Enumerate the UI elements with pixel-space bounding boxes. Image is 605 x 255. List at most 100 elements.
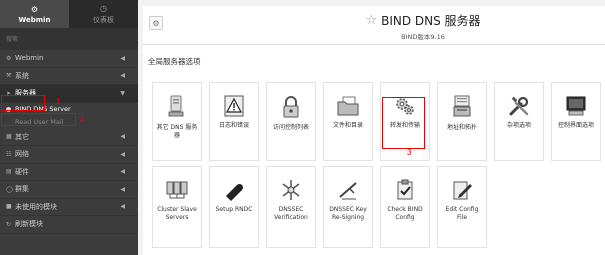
tile-other-dns-servers[interactable]: 其它 DNS 服务器	[152, 82, 202, 161]
forwarding-gears-icon	[396, 98, 414, 115]
chevron-left-icon: ◀	[120, 54, 125, 62]
sidebar-item-label: 群集	[15, 185, 29, 194]
sidebar-item-system[interactable]: ⚒ 系统 ◀	[0, 68, 138, 85]
tile-address-topology[interactable]: 地址和拓扑	[437, 82, 487, 161]
tile-label: 转发和传输	[389, 122, 420, 129]
sidebar-item-webmin[interactable]: ⚙ Webmin ◀	[0, 50, 138, 68]
hardware-icon: ▤	[6, 168, 12, 176]
sidebar-item-label: 刷新模块	[15, 220, 43, 229]
module-config-button[interactable]: ⚙	[149, 16, 163, 30]
check-config-icon	[397, 179, 413, 200]
tile-label: DNSSEC Key Re-Signing	[329, 206, 367, 221]
rocket-icon: ➤	[6, 89, 12, 97]
tile-control-interface[interactable]: 控制界面选项	[551, 82, 601, 161]
chevron-left-icon: ◀	[120, 185, 125, 193]
annotation-number-1: 1	[56, 97, 61, 106]
tile-files-directories[interactable]: 文件和目录	[323, 82, 373, 161]
sidebar-item-label: 网络	[15, 150, 29, 159]
logging-warning-icon	[224, 95, 244, 117]
access-control-lock-icon	[283, 96, 299, 118]
selected-dot-icon	[6, 106, 11, 112]
chevron-left-icon: ◀	[120, 150, 125, 158]
files-folder-icon	[337, 96, 359, 116]
tile-label: Setup RNDC	[215, 206, 253, 213]
edit-config-icon	[453, 181, 472, 200]
sidebar-item-others[interactable]: ▦ 其它 ◀	[0, 129, 138, 146]
sidebar-item-label: 硬件	[15, 167, 29, 176]
rndc-key-icon	[226, 183, 244, 201]
tile-check-bind-config[interactable]: Check BIND Config	[380, 166, 430, 248]
tab-webmin-label: Webmin	[18, 15, 51, 24]
tile-label: 杂项选项	[506, 122, 531, 129]
page-title: ☆ BIND DNS 服务器	[343, 12, 503, 29]
page-header: ☆ BIND DNS 服务器 BIND版本9.16	[343, 12, 503, 41]
star-icon[interactable]: ☆	[365, 13, 377, 28]
tile-cluster-slave-servers[interactable]: Cluster Slave Servers	[152, 166, 202, 248]
main-panel: ⚙ ☆ BIND DNS 服务器 BIND版本9.16 全局服务器选项 其它 D…	[143, 6, 605, 255]
address-topology-icon	[453, 95, 471, 117]
tab-dashboard[interactable]: ◷ 仪表板	[69, 0, 138, 28]
sidebar-item-label: 其它	[15, 132, 29, 141]
search-input[interactable]	[6, 33, 132, 45]
tile-label: Edit Config File	[445, 206, 479, 221]
dashboard-icon: ◷	[100, 3, 107, 13]
dnssec-verification-icon	[282, 180, 300, 200]
sidebar-item-network[interactable]: ☷ 网络 ◀	[0, 146, 138, 164]
sidebar-item-label: 服务器	[15, 89, 36, 98]
chevron-left-icon: ◀	[120, 133, 125, 141]
sidebar-search	[0, 28, 138, 50]
dnssec-resign-icon	[339, 182, 357, 200]
sidebar-item-bind-dns-server[interactable]: BIND DNS Server	[0, 103, 138, 116]
chevron-left-icon: ◀	[120, 168, 125, 176]
sidebar-item-unused-modules[interactable]: ■ 未使用的模块 ◀	[0, 199, 138, 216]
bullet-icon	[6, 120, 11, 125]
tile-label: Cluster Slave Servers	[157, 206, 197, 221]
tile-label: 访问控制列表	[272, 124, 309, 131]
sidebar-item-read-user-mail[interactable]: Read User Mail	[0, 116, 138, 129]
chevron-left-icon: ◀	[120, 203, 125, 211]
sidebar-item-refresh-modules[interactable]: ↻ 刷新模块	[0, 216, 138, 234]
tile-setup-rndc[interactable]: Setup RNDC	[209, 166, 259, 248]
tile-label: 日志和错误	[218, 122, 249, 129]
sidebar-item-label: 系统	[15, 71, 29, 80]
sidebar-item-cluster[interactable]: ◯ 群集 ◀	[0, 181, 138, 199]
tile-misc-options[interactable]: 杂项选项	[494, 82, 544, 161]
annotation-number-2: 2	[80, 114, 85, 123]
cluster-servers-icon	[166, 181, 188, 199]
puzzle-icon: ■	[6, 203, 12, 211]
tile-edit-config-file[interactable]: Edit Config File	[437, 166, 487, 248]
wrench-icon: ⚒	[6, 72, 12, 80]
grid-icon: ▦	[6, 133, 12, 141]
gear-icon: ⚙	[6, 54, 12, 62]
tile-label: 控制界面选项	[557, 122, 594, 129]
sidebar-item-servers[interactable]: ➤ 服务器 ▼	[0, 85, 138, 103]
refresh-icon: ↻	[6, 220, 12, 228]
tile-access-control[interactable]: 访问控制列表	[266, 82, 316, 161]
tile-label: 文件和目录	[332, 122, 363, 129]
sidebar-tabs: ⚙ Webmin ◷ 仪表板	[0, 0, 138, 28]
tile-label: Check BIND Config	[387, 206, 423, 221]
tile-label: 其它 DNS 服务器	[156, 124, 198, 139]
misc-tools-icon	[509, 96, 529, 116]
sidebar-item-label: Webmin	[15, 54, 44, 63]
network-icon: ☷	[6, 150, 12, 158]
section-title: 全局服务器选项	[148, 57, 201, 66]
power-icon: ◯	[6, 185, 13, 193]
page-title-text: BIND DNS 服务器	[381, 14, 481, 28]
header-divider	[143, 44, 605, 45]
tile-dnssec-key-resigning[interactable]: DNSSEC Key Re-Signing	[323, 166, 373, 248]
tile-label: 地址和拓扑	[446, 124, 477, 131]
tile-label: DNSSEC Verification	[274, 206, 308, 221]
chevron-left-icon: ◀	[120, 72, 125, 80]
tab-dashboard-label: 仪表板	[93, 15, 114, 24]
sidebar-item-hardware[interactable]: ▤ 硬件 ◀	[0, 164, 138, 181]
webmin-icon: ⚙	[30, 4, 39, 14]
tile-dnssec-verification[interactable]: DNSSEC Verification	[266, 166, 316, 248]
tab-webmin[interactable]: ⚙ Webmin	[0, 0, 69, 28]
other-dns-servers-icon	[168, 95, 184, 117]
sidebar-item-label: 未使用的模块	[15, 202, 57, 211]
tile-logging[interactable]: 日志和错误	[209, 82, 259, 161]
tile-forwarding-transfers[interactable]: 转发和传输	[380, 82, 430, 161]
gear-icon: ⚙	[152, 18, 160, 28]
chevron-down-icon: ▼	[120, 89, 125, 97]
